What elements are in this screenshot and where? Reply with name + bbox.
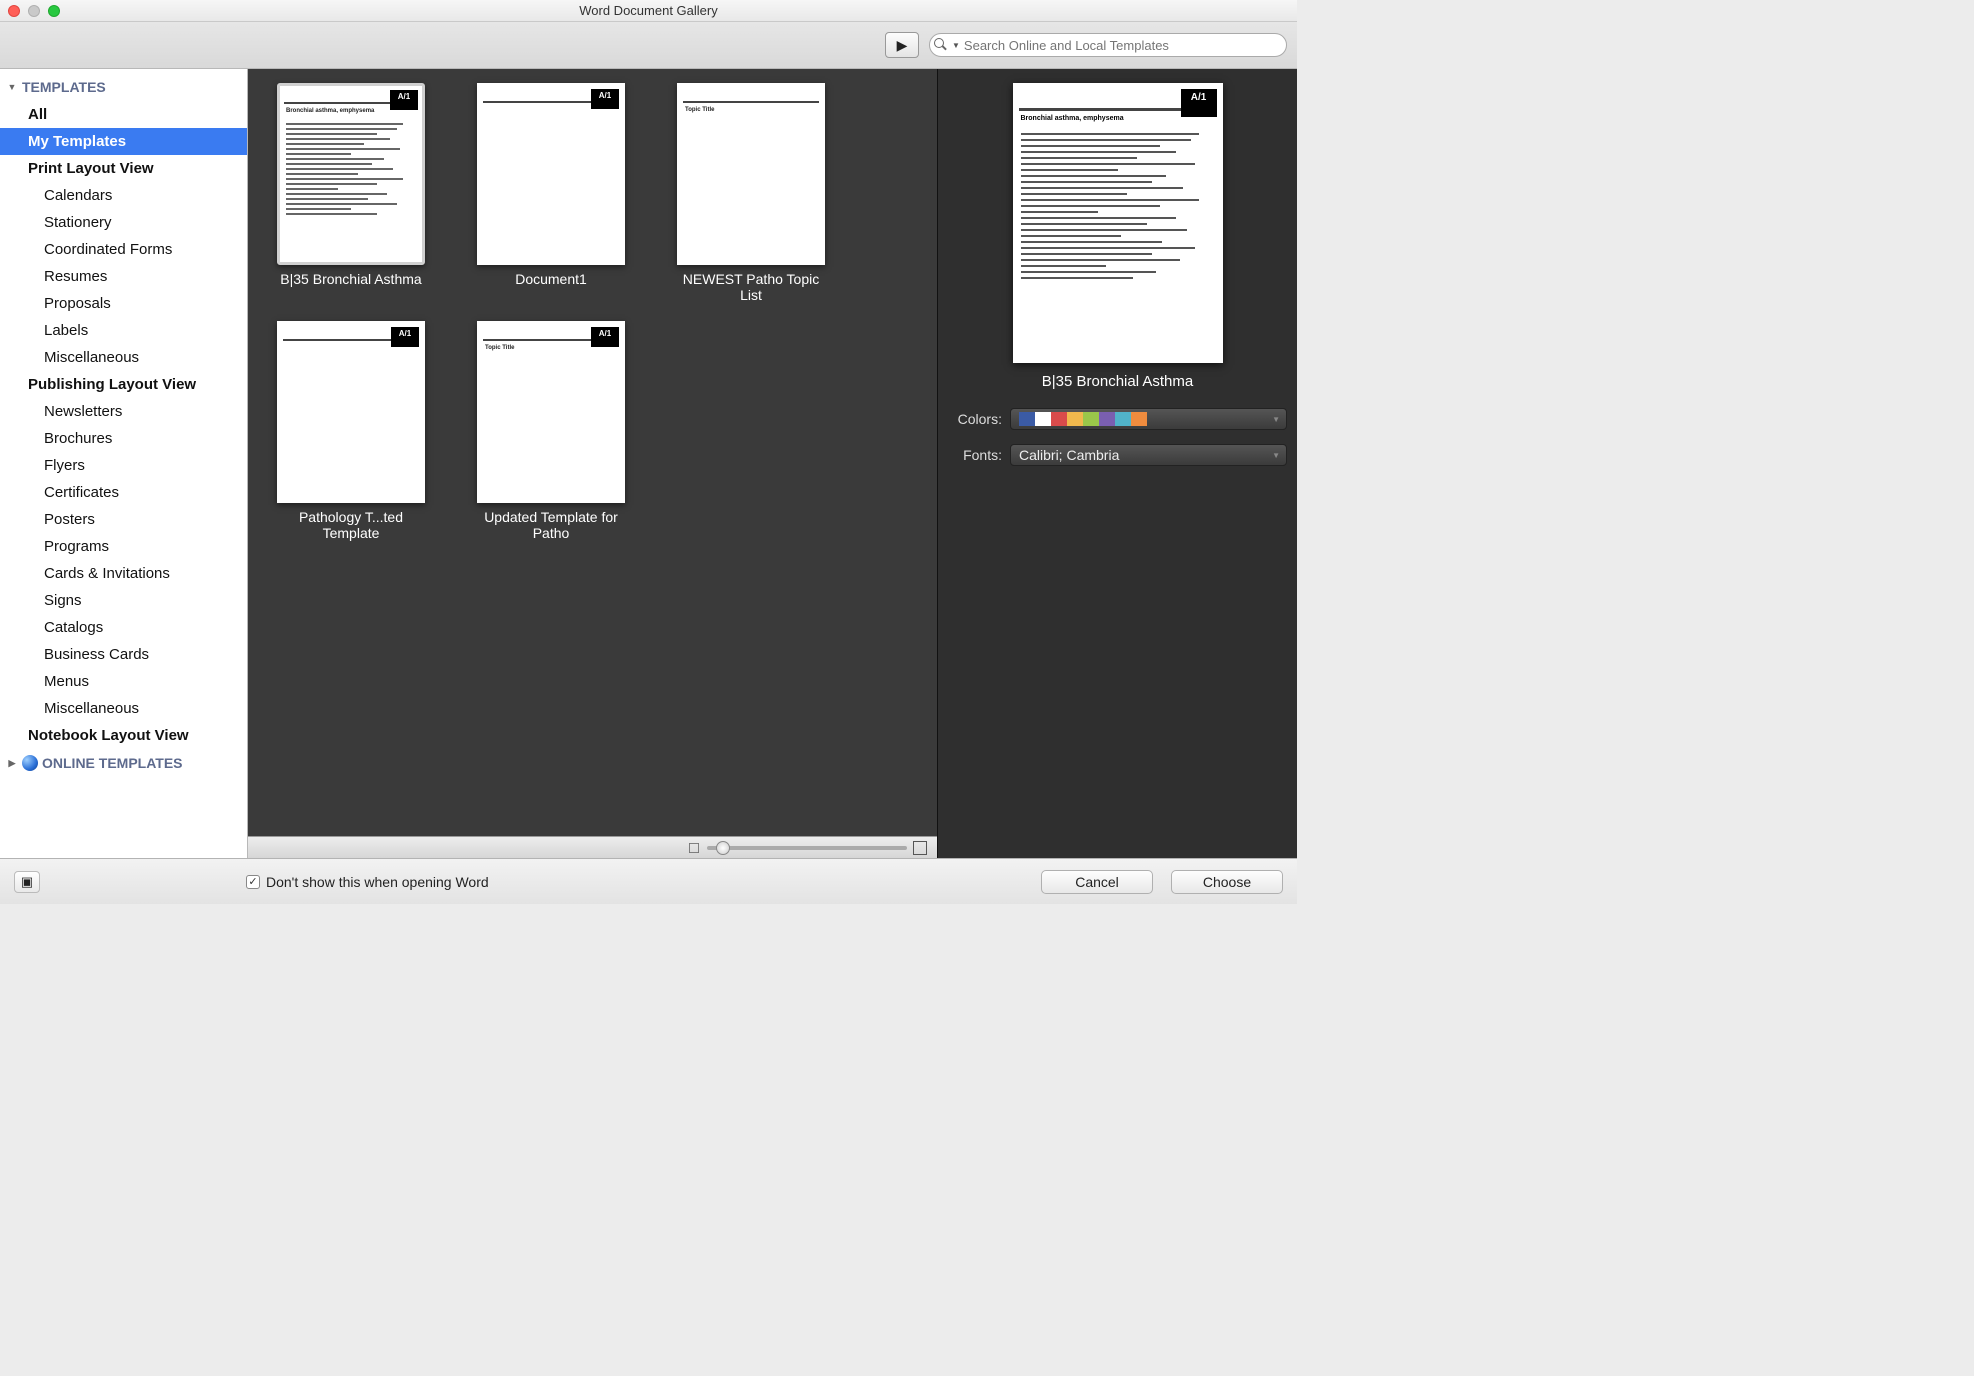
zoom-strip [248,836,937,858]
search-field-wrap[interactable]: ▼ [929,33,1287,57]
sidebar-item-publishing-layout-view[interactable]: Publishing Layout View [0,371,247,398]
color-swatch [1051,412,1067,426]
main-area: ▼ TEMPLATES All My Templates Print Layou… [0,69,1297,858]
gallery-panel: A/1 Bronchial asthma, emphysema B|35 Bro… [248,69,937,858]
titlebar: Word Document Gallery [0,0,1297,22]
sidebar-item-print-layout-view[interactable]: Print Layout View [0,155,247,182]
sidebar-item-brochures[interactable]: Brochures [0,425,247,452]
badge: A/1 [591,327,619,347]
sidebar-item-all[interactable]: All [0,101,247,128]
sidebar-item-coordinated-forms[interactable]: Coordinated Forms [0,236,247,263]
minimize-window-icon[interactable] [28,5,40,17]
badge: A/1 [591,89,619,109]
preview-title: B|35 Bronchial Asthma [948,373,1287,390]
color-swatch [1067,412,1083,426]
template-thumbnail: A/1 [477,83,625,265]
sidebar-section-label: TEMPLATES [22,79,106,95]
template-label: Updated Template for Patho [476,509,626,541]
fonts-option-label: Fonts: [948,447,1002,463]
sidebar-item-notebook-layout-view[interactable]: Notebook Layout View [0,722,247,749]
color-swatch [1019,412,1035,426]
colors-option-label: Colors: [948,411,1002,427]
disclosure-down-icon: ▼ [6,82,18,92]
thumbnail-size-slider[interactable] [707,846,907,850]
template-item[interactable]: Topic Title NEWEST Patho Topic List [676,83,826,303]
color-swatch [1083,412,1099,426]
sidebar-section-templates[interactable]: ▼ TEMPLATES [0,73,247,101]
sidebar-item-newsletters[interactable]: Newsletters [0,398,247,425]
disclosure-right-icon: ▶ [6,758,18,769]
template-label: Pathology T...ted Template [276,509,426,541]
template-thumbnail: A/1 [277,321,425,503]
template-thumbnail: A/1 Bronchial asthma, emphysema [277,83,425,265]
color-swatch [1035,412,1051,426]
template-thumbnail: Topic Title [677,83,825,265]
dont-show-checkbox-row[interactable]: ✓ Don't show this when opening Word [246,874,489,890]
slideshow-button[interactable]: ▶ [885,32,919,58]
cancel-button[interactable]: Cancel [1041,870,1153,894]
template-thumbnail: A/1 Topic Title [477,321,625,503]
badge: A/1 [1181,89,1217,117]
color-swatch [1115,412,1131,426]
chevron-down-icon: ▼ [1272,415,1280,424]
badge: A/1 [391,327,419,347]
badge: A/1 [390,90,418,110]
window-title: Word Document Gallery [0,3,1297,18]
quicklook-button[interactable]: ▣ [14,871,40,893]
window-controls [8,5,60,17]
search-input[interactable] [964,38,1278,53]
sidebar-item-labels[interactable]: Labels [0,317,247,344]
checkbox-label: Don't show this when opening Word [266,874,489,890]
fonts-value: Calibri; Cambria [1019,447,1119,463]
sidebar-item-calendars[interactable]: Calendars [0,182,247,209]
search-menu-chevron-icon[interactable]: ▼ [952,41,960,50]
template-item[interactable]: A/1 Bronchial asthma, emphysema B|35 Bro… [276,83,426,303]
sidebar-section-online-templates[interactable]: ▶ ONLINE TEMPLATES [0,749,247,777]
sidebar-item-posters[interactable]: Posters [0,506,247,533]
sidebar-section-label: ONLINE TEMPLATES [42,755,183,771]
fonts-dropdown[interactable]: Calibri; Cambria ▼ [1010,444,1287,466]
thumbnail-large-icon[interactable] [913,841,927,855]
color-swatches [1019,412,1147,426]
color-swatch [1131,412,1147,426]
sidebar-item-programs[interactable]: Programs [0,533,247,560]
sidebar-item-stationery[interactable]: Stationery [0,209,247,236]
zoom-window-icon[interactable] [48,5,60,17]
sidebar-item-business-cards[interactable]: Business Cards [0,641,247,668]
template-gallery: A/1 Bronchial asthma, emphysema B|35 Bro… [248,69,937,836]
quicklook-icon: ▣ [21,874,33,890]
template-label: B|35 Bronchial Asthma [280,271,421,287]
play-icon: ▶ [897,37,908,54]
sidebar: ▼ TEMPLATES All My Templates Print Layou… [0,69,248,858]
template-label: Document1 [515,271,587,287]
checkbox-icon[interactable]: ✓ [246,875,260,889]
template-item[interactable]: A/1 Document1 [476,83,626,303]
color-swatch [1099,412,1115,426]
sidebar-item-flyers[interactable]: Flyers [0,452,247,479]
chevron-down-icon: ▼ [1272,451,1280,460]
template-label: NEWEST Patho Topic List [676,271,826,303]
template-item[interactable]: A/1 Pathology T...ted Template [276,321,426,541]
sidebar-item-proposals[interactable]: Proposals [0,290,247,317]
globe-icon [22,755,38,771]
sidebar-item-miscellaneous-pub[interactable]: Miscellaneous [0,695,247,722]
preview-panel: A/1 Bronchial asthma, emphysema B|35 Bro… [937,69,1297,858]
sidebar-item-certificates[interactable]: Certificates [0,479,247,506]
sidebar-item-miscellaneous-print[interactable]: Miscellaneous [0,344,247,371]
footer: ▣ ✓ Don't show this when opening Word Ca… [0,858,1297,904]
preview-thumbnail: A/1 Bronchial asthma, emphysema [1013,83,1223,363]
sidebar-item-my-templates[interactable]: My Templates [0,128,247,155]
colors-dropdown[interactable]: ▼ [1010,408,1287,430]
close-window-icon[interactable] [8,5,20,17]
sidebar-item-menus[interactable]: Menus [0,668,247,695]
thumbnail-small-icon[interactable] [689,843,699,853]
sidebar-item-resumes[interactable]: Resumes [0,263,247,290]
toolbar: ▶ ▼ [0,22,1297,69]
choose-button[interactable]: Choose [1171,870,1283,894]
sidebar-item-signs[interactable]: Signs [0,587,247,614]
search-icon [934,38,948,52]
sidebar-item-cards-invitations[interactable]: Cards & Invitations [0,560,247,587]
sidebar-item-catalogs[interactable]: Catalogs [0,614,247,641]
template-item[interactable]: A/1 Topic Title Updated Template for Pat… [476,321,626,541]
